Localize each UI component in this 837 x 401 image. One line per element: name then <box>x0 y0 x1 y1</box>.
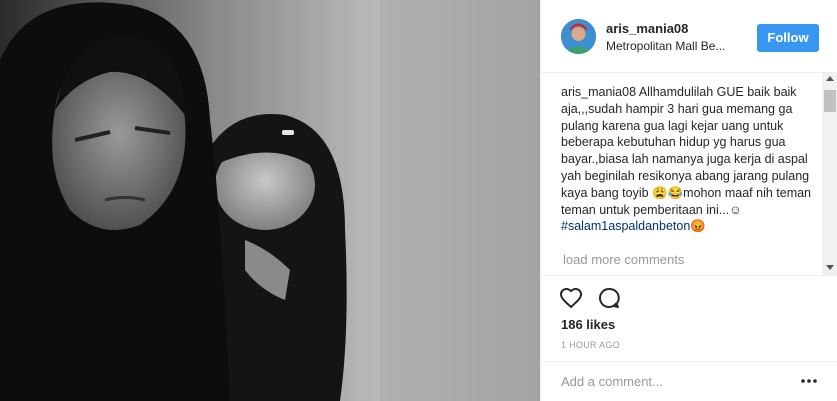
more-options-button[interactable] <box>799 374 819 388</box>
hashtag-link[interactable]: #salam1aspaldanbeton😡 <box>561 219 706 233</box>
caption-text: Allhamdulilah GUE baik baik aja,,,sudah … <box>561 85 812 217</box>
heart-icon <box>559 287 583 309</box>
scrollbar-thumb[interactable] <box>824 90 836 112</box>
add-comment-input[interactable] <box>561 374 791 389</box>
post-header: aris_mania08 Metropolitan Mall Be... Fol… <box>541 0 837 73</box>
comments-area: aris_mania08 Allhamdulilah GUE baik baik… <box>541 73 837 276</box>
avatar[interactable] <box>561 19 596 54</box>
like-button[interactable] <box>559 286 583 310</box>
post-photo[interactable] <box>0 0 540 401</box>
post-side-panel: aris_mania08 Metropolitan Mall Be... Fol… <box>540 0 837 401</box>
location-link[interactable]: Metropolitan Mall Be... <box>606 39 725 53</box>
scroll-down-icon[interactable] <box>826 265 834 270</box>
caption: aris_mania08 Allhamdulilah GUE baik baik… <box>561 84 811 235</box>
likes-count[interactable]: 186 likes <box>561 317 615 332</box>
scroll-up-icon[interactable] <box>826 76 834 81</box>
post-timestamp[interactable]: 1 HOUR AGO <box>561 340 620 350</box>
comment-button[interactable] <box>597 286 621 310</box>
post-photo-image <box>0 0 540 401</box>
caption-username[interactable]: aris_mania08 <box>561 85 636 99</box>
username-link[interactable]: aris_mania08 <box>606 21 688 36</box>
add-comment-section <box>541 361 837 401</box>
follow-button[interactable]: Follow <box>757 24 819 52</box>
comment-bubble-icon <box>599 287 620 308</box>
load-more-comments-link[interactable]: load more comments <box>563 252 684 267</box>
avatar-image <box>561 19 596 54</box>
more-options-icon <box>801 379 817 383</box>
scrollbar[interactable] <box>822 73 837 275</box>
